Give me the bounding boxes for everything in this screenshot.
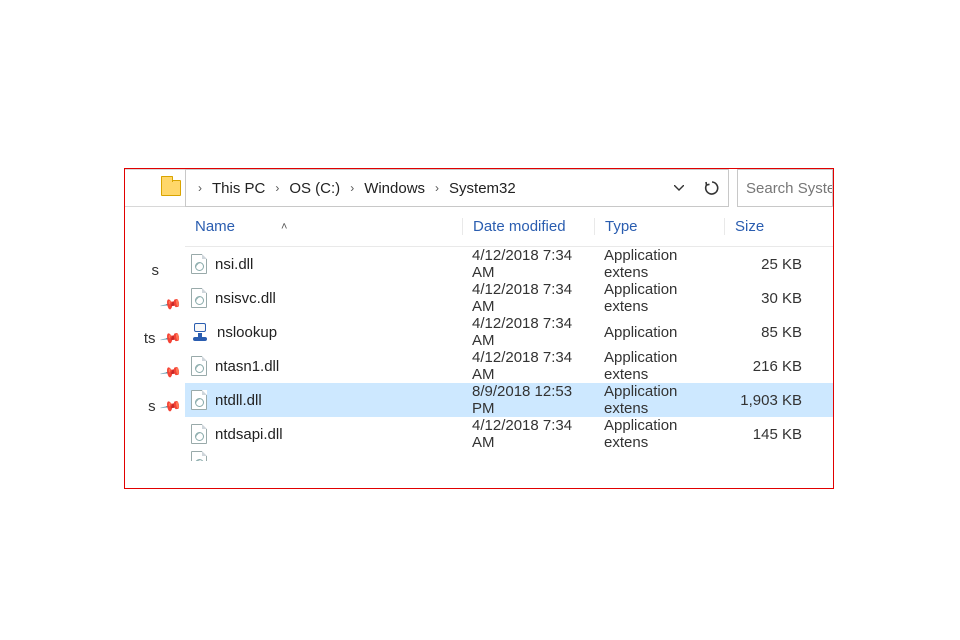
cell-size: 85 KB xyxy=(724,324,810,341)
file-name: nsisvc.dll xyxy=(215,290,276,307)
partial-row-clip xyxy=(185,451,833,461)
file-list[interactable]: nsi.dll4/12/2018 7:34 AMApplication exte… xyxy=(185,247,833,451)
address-dropdown-button[interactable] xyxy=(663,169,695,207)
cell-name: nsisvc.dll xyxy=(185,288,462,308)
cell-type: Application extens xyxy=(594,417,724,451)
file-icon xyxy=(191,288,207,308)
chevron-right-icon: › xyxy=(271,181,283,195)
search-input[interactable]: Search System32 xyxy=(737,169,833,207)
nav-item[interactable]: s xyxy=(125,253,185,287)
cell-type: Application extens xyxy=(594,349,724,383)
nav-item-label-fragment: s xyxy=(140,398,156,415)
pin-icon: 📌 xyxy=(158,394,182,418)
refresh-icon xyxy=(704,180,720,196)
application-icon xyxy=(191,323,209,341)
address-folder-icon-wrap xyxy=(125,169,185,207)
column-header-type[interactable]: Type xyxy=(594,218,724,235)
table-row[interactable]: nslookup 4/12/2018 7:34 AMApplication85 K… xyxy=(185,315,833,349)
cell-name: nslookup xyxy=(185,323,462,341)
cell-type: Application xyxy=(594,324,724,341)
nav-item-label-fragment: ts xyxy=(140,330,156,347)
breadcrumb-item[interactable]: System32 xyxy=(447,180,518,197)
table-row[interactable]: ntdll.dll 8/9/2018 12:53 PMApplication ex… xyxy=(185,383,833,417)
breadcrumb-item[interactable]: This PC xyxy=(210,180,267,197)
file-name: ntasn1.dll xyxy=(215,358,279,375)
cell-type: Application extens xyxy=(594,281,724,315)
cell-type: Application extens xyxy=(594,247,724,281)
table-row[interactable]: nsi.dll 4/12/2018 7:34 AMApplication exte… xyxy=(185,247,833,281)
address-bar: › This PC › OS (C:) › Windows › System32… xyxy=(125,169,833,207)
cell-date: 4/12/2018 7:34 AM xyxy=(462,417,594,451)
nav-item[interactable]: s📌 xyxy=(125,389,185,423)
chevron-right-icon: › xyxy=(346,181,358,195)
file-icon xyxy=(191,254,207,274)
cell-size: 145 KB xyxy=(724,426,810,443)
cell-type: Application extens xyxy=(594,383,724,417)
breadcrumb-item[interactable]: Windows xyxy=(362,180,427,197)
cell-date: 4/12/2018 7:34 AM xyxy=(462,247,594,281)
nav-item[interactable]: ts📌 xyxy=(125,321,185,355)
navigation-pane[interactable]: s📌ts📌📌s📌 xyxy=(125,207,185,488)
file-name: nslookup xyxy=(217,324,277,341)
file-icon xyxy=(191,356,207,376)
nav-item-label-fragment: s xyxy=(143,262,159,279)
cell-size: 30 KB xyxy=(724,290,810,307)
chevron-right-icon: › xyxy=(194,181,206,195)
search-placeholder: Search System32 xyxy=(746,180,833,197)
cell-size: 216 KB xyxy=(724,358,810,375)
nav-item[interactable]: 📌 xyxy=(125,287,185,321)
pin-icon: 📌 xyxy=(158,360,182,384)
cell-name: ntdsapi.dll xyxy=(185,424,462,444)
cell-name: ntasn1.dll xyxy=(185,356,462,376)
file-list-pane: Name ˄ Date modified Type Size nsi.dll 4/… xyxy=(185,207,833,488)
chevron-down-icon xyxy=(674,185,684,191)
breadcrumb-item[interactable]: OS (C:) xyxy=(287,180,342,197)
cell-date: 4/12/2018 7:34 AM xyxy=(462,315,594,349)
file-icon xyxy=(191,424,207,444)
column-headers: Name ˄ Date modified Type Size xyxy=(185,207,833,247)
cell-date: 4/12/2018 7:34 AM xyxy=(462,349,594,383)
file-name: ntdsapi.dll xyxy=(215,426,283,443)
column-header-label: Name xyxy=(195,218,235,235)
column-header-name[interactable]: Name ˄ xyxy=(185,218,462,235)
cell-size: 1,903 KB xyxy=(724,392,810,409)
cell-name: nsi.dll xyxy=(185,254,462,274)
file-icon xyxy=(191,451,207,461)
folder-icon xyxy=(161,180,181,196)
refresh-button[interactable] xyxy=(695,169,729,207)
explorer-window: › This PC › OS (C:) › Windows › System32… xyxy=(124,168,834,489)
table-row[interactable]: ntasn1.dll 4/12/2018 7:34 AMApplication e… xyxy=(185,349,833,383)
pin-icon: 📌 xyxy=(158,326,182,350)
column-header-date[interactable]: Date modified xyxy=(462,218,594,235)
explorer-body: s📌ts📌📌s📌 Name ˄ Date modified Type Size … xyxy=(125,207,833,488)
file-name: nsi.dll xyxy=(215,256,253,273)
cell-name: ntdll.dll xyxy=(185,390,462,410)
sort-ascending-icon: ˄ xyxy=(281,221,287,233)
column-header-size[interactable]: Size xyxy=(724,218,810,235)
file-name: ntdll.dll xyxy=(215,392,262,409)
pin-icon: 📌 xyxy=(158,292,182,316)
file-icon xyxy=(191,390,207,410)
cell-date: 8/9/2018 12:53 PM xyxy=(462,383,594,417)
nav-item[interactable]: 📌 xyxy=(125,355,185,389)
table-row[interactable]: ntdsapi.dll 4/12/2018 7:34 AMApplication … xyxy=(185,417,833,451)
breadcrumb[interactable]: › This PC › OS (C:) › Windows › System32 xyxy=(185,169,663,207)
cell-size: 25 KB xyxy=(724,256,810,273)
chevron-right-icon: › xyxy=(431,181,443,195)
table-row[interactable]: nsisvc.dll 4/12/2018 7:34 AMApplication e… xyxy=(185,281,833,315)
cell-date: 4/12/2018 7:34 AM xyxy=(462,281,594,315)
